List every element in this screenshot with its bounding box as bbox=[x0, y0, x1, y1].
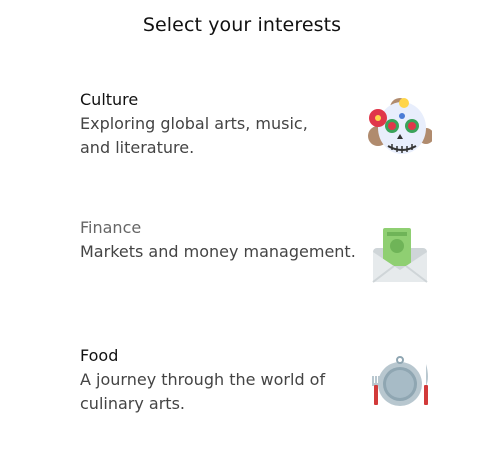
money-envelope-icon bbox=[372, 228, 428, 283]
interest-title: Food bbox=[80, 346, 119, 365]
page-title: Select your interests bbox=[142, 14, 342, 36]
interest-description: A journey through the world of culinary … bbox=[80, 370, 326, 413]
interest-description: Markets and money management. bbox=[80, 242, 356, 261]
interest-description: Exploring global arts, music, and litera… bbox=[80, 114, 308, 157]
plate-fork-knife-icon bbox=[372, 356, 428, 406]
interest-title: Culture bbox=[80, 90, 139, 109]
interest-card-finance[interactable]: Finance Markets and money management. bbox=[80, 218, 434, 308]
interest-title: Finance bbox=[80, 218, 142, 237]
sugar-skull-icon bbox=[368, 98, 432, 154]
interest-card-culture[interactable]: Culture Exploring global arts, music, an… bbox=[80, 90, 434, 180]
interest-card-food[interactable]: Food A journey through the world of culi… bbox=[80, 346, 434, 436]
